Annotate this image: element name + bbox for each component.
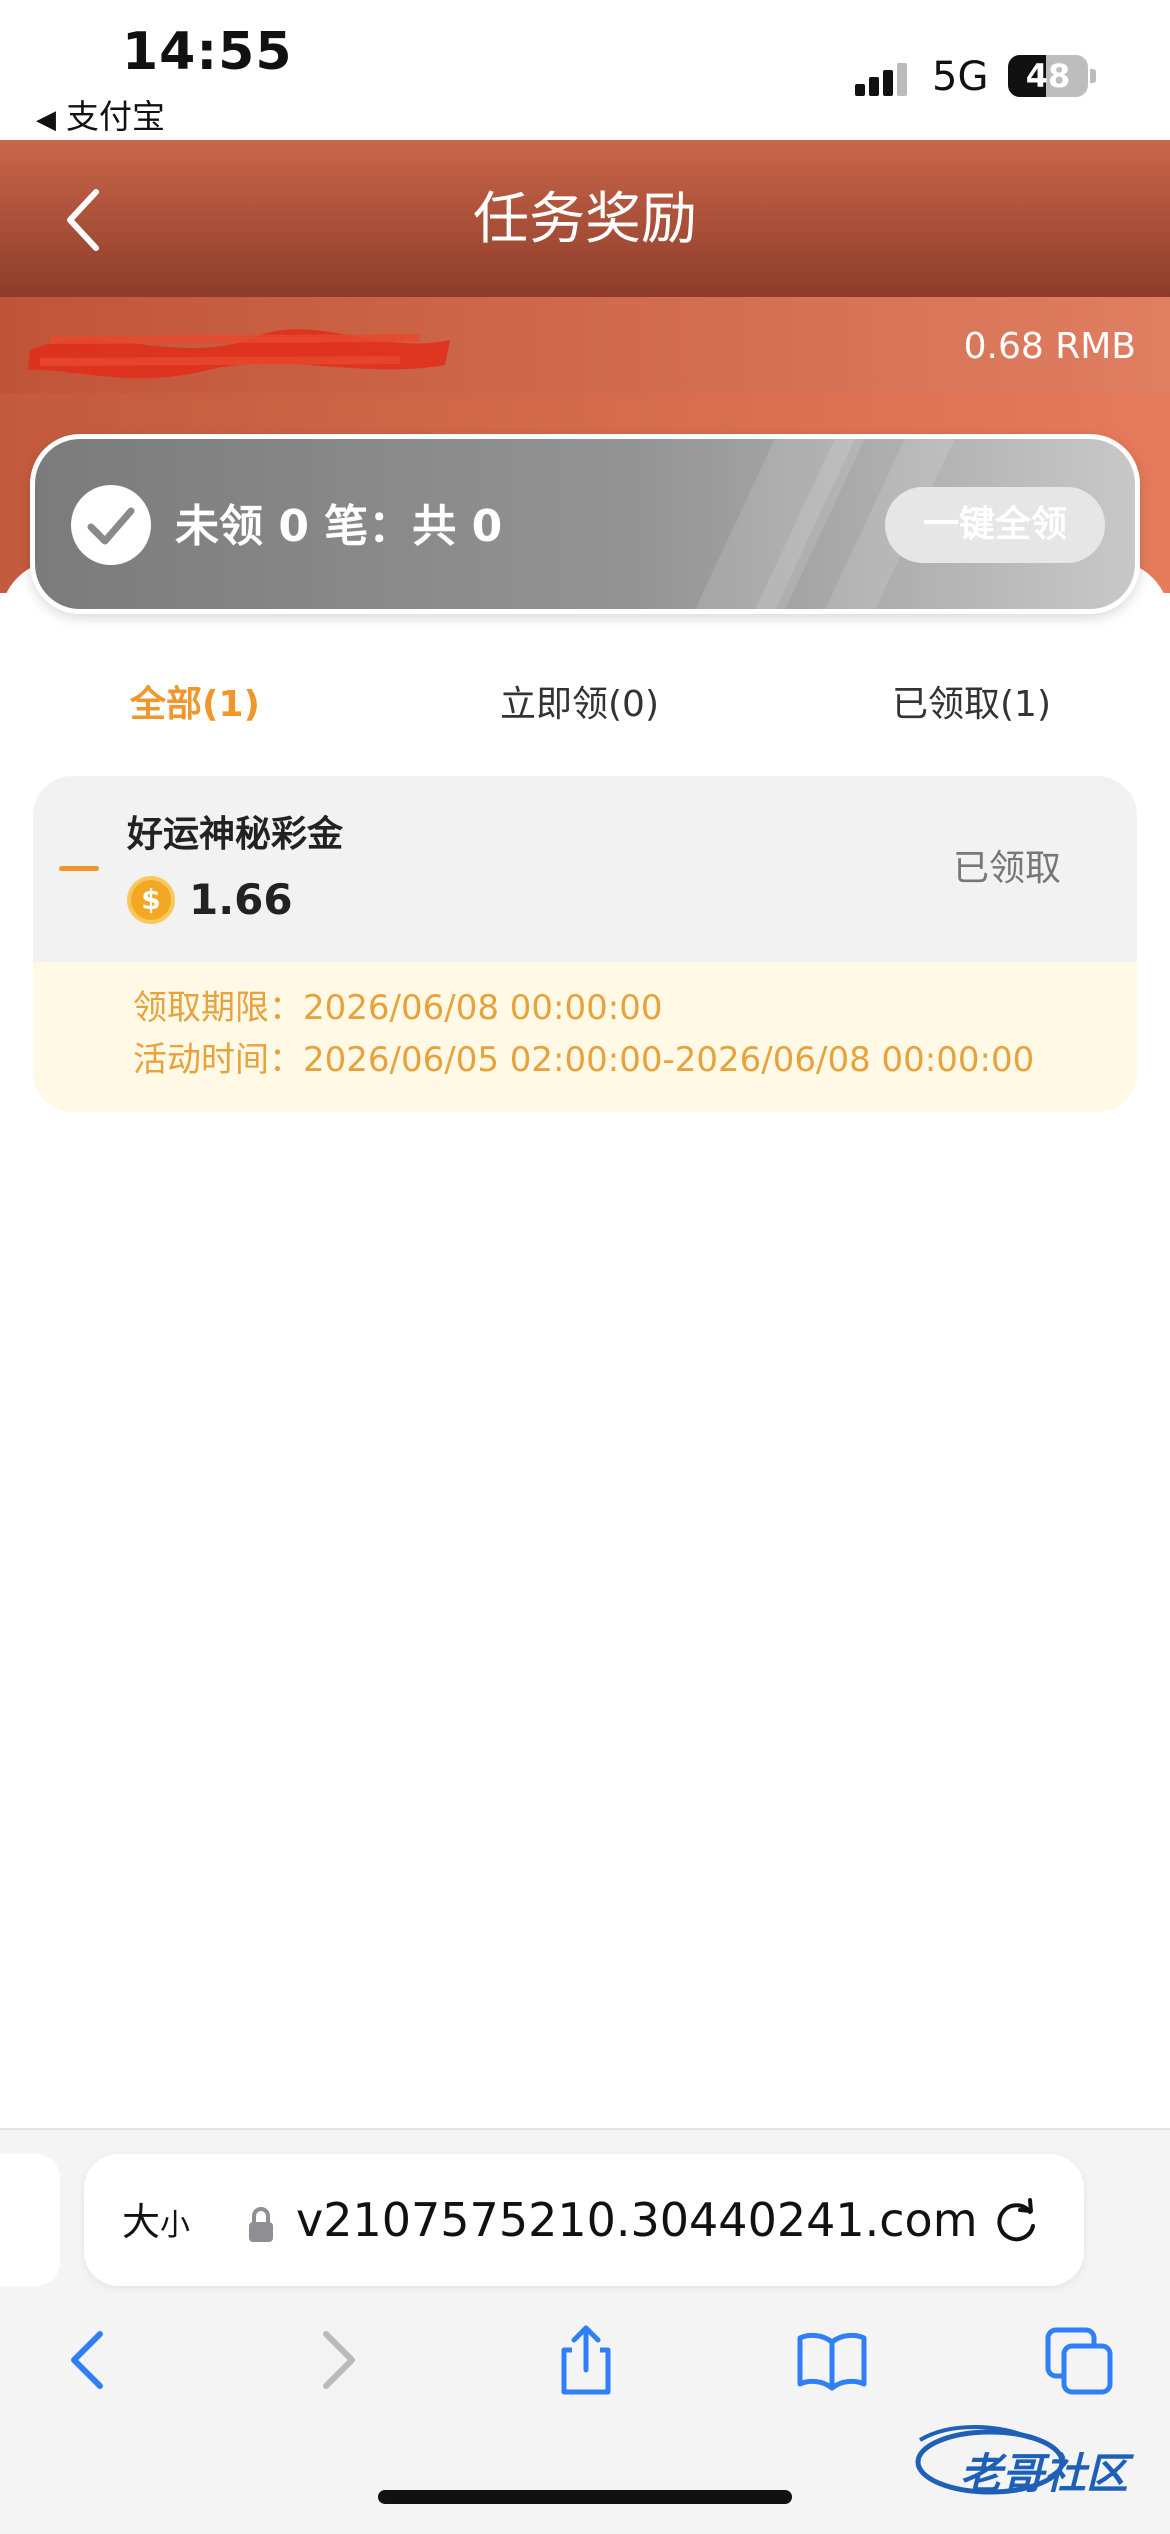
tab-all[interactable]: 全部(1)	[130, 680, 260, 730]
back-triangle-icon: ◀	[36, 105, 56, 135]
text-size-button[interactable]: 大小	[122, 2194, 190, 2254]
network-type: 5G	[932, 54, 989, 100]
reward-name: 好运神秘彩金	[127, 814, 344, 855]
page-title: 任务奖励	[473, 187, 697, 252]
text-size-small: 小	[160, 2208, 191, 2243]
reward-card[interactable]: 好运神秘彩金 $ 1.66 已领取 领取期限：2026/06/08 00:00:…	[33, 776, 1137, 1112]
claim-deadline: 领取期限：2026/06/08 00:00:00	[133, 988, 663, 1028]
battery-icon: 48	[1008, 55, 1088, 97]
tab-claimed[interactable]: 已领取(1)	[892, 680, 1051, 730]
reward-status: 已领取	[953, 848, 1062, 889]
battery-level: 48	[1025, 57, 1071, 95]
unclaimed-summary: 未领 0 笔：共 0	[175, 501, 503, 552]
balance-amount: 0.68 RMB	[963, 326, 1136, 367]
activity-time: 活动时间：2026/06/05 02:00:00-2026/06/08 00:0…	[133, 1040, 1035, 1080]
browser-back-icon[interactable]	[46, 2320, 126, 2400]
reward-amount: 1.66	[189, 875, 293, 924]
coin-icon: $	[127, 876, 175, 924]
cellular-signal-icon	[855, 60, 915, 96]
dash-marker	[59, 866, 99, 871]
check-icon	[71, 485, 151, 565]
share-icon[interactable]	[546, 2320, 626, 2400]
bookmarks-icon[interactable]	[792, 2320, 872, 2400]
redaction-scribble	[28, 329, 450, 379]
tabs-icon[interactable]	[1040, 2320, 1120, 2400]
url-text[interactable]: v2107575210.30440241.com	[296, 2190, 976, 2250]
lock-icon	[249, 2207, 273, 2242]
back-app-label: 支付宝	[66, 97, 165, 136]
claim-summary-card: 未领 0 笔：共 0 一键全领	[30, 434, 1140, 614]
tab-claim-now[interactable]: 立即领(0)	[500, 680, 659, 730]
back-to-app-link[interactable]: ◀ 支付宝	[36, 90, 165, 138]
browser-forward-icon[interactable]	[300, 2320, 380, 2400]
home-indicator[interactable]	[378, 2490, 792, 2504]
reload-icon[interactable]	[990, 2196, 1042, 2248]
claim-all-button[interactable]: 一键全领	[885, 487, 1105, 563]
battery-cap	[1090, 69, 1096, 83]
previous-tab-preview[interactable]	[0, 2154, 60, 2286]
watermark-text: 老哥社区	[960, 2449, 1129, 2498]
text-size-large: 大	[122, 2200, 161, 2244]
clock: 14:55	[122, 22, 293, 82]
